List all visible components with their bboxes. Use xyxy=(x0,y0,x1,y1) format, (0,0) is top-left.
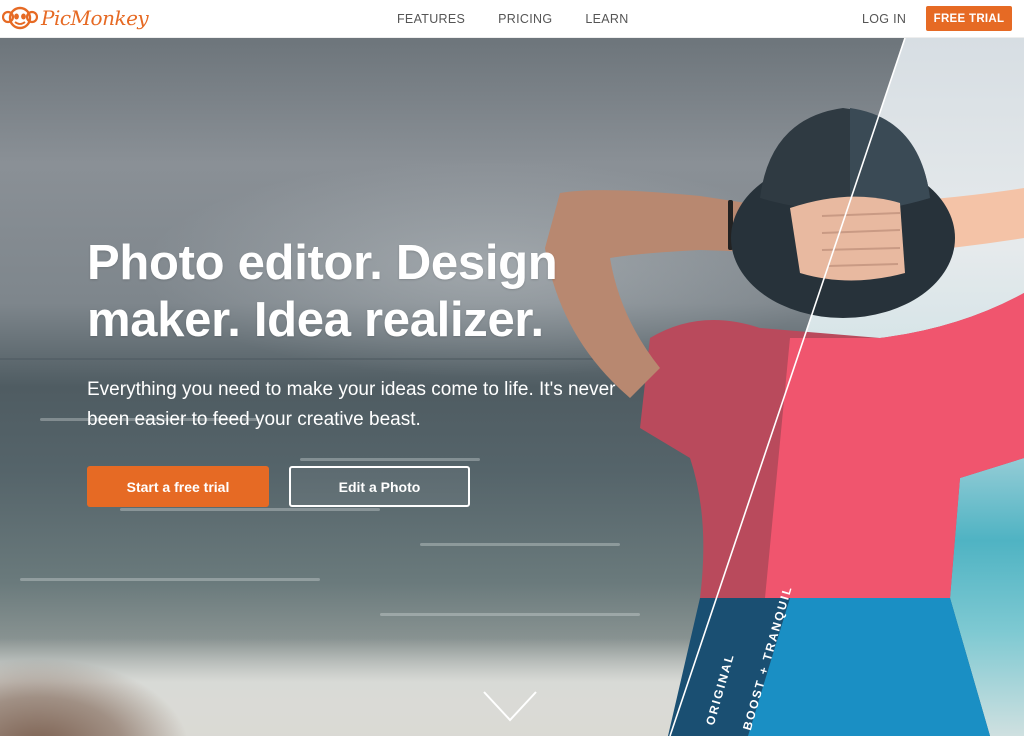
chevron-down-icon[interactable] xyxy=(482,690,538,722)
start-free-trial-button[interactable]: Start a free trial xyxy=(87,466,269,507)
hero-section: ORIGINAL BOOST + TRANQUIL Photo editor. … xyxy=(0,38,1024,736)
wave xyxy=(300,458,480,461)
main-nav: FEATURES PRICING LEARN xyxy=(397,0,629,38)
hero-headline: Photo editor. Design maker. Idea realize… xyxy=(87,236,558,347)
nav-pricing[interactable]: PRICING xyxy=(498,12,552,26)
logo-text: PicMonkey xyxy=(41,6,149,30)
wave xyxy=(120,508,380,511)
foreground-brush xyxy=(0,658,190,736)
wave xyxy=(380,613,640,616)
login-link[interactable]: LOG IN xyxy=(862,0,906,38)
free-trial-button[interactable]: FREE TRIAL xyxy=(926,6,1012,31)
picmonkey-logo[interactable]: PicMonkey xyxy=(2,4,149,32)
nav-learn[interactable]: LEARN xyxy=(585,12,628,26)
enhanced-photo-half xyxy=(780,38,1024,736)
wave xyxy=(20,578,320,581)
hero-subtext: Everything you need to make your ideas c… xyxy=(87,379,616,430)
wave xyxy=(420,543,620,546)
edit-a-photo-button[interactable]: Edit a Photo xyxy=(289,466,470,507)
monkey-logo-icon xyxy=(2,6,38,30)
nav-features[interactable]: FEATURES xyxy=(397,12,465,26)
top-nav-bar: PicMonkey FEATURES PRICING LEARN LOG IN … xyxy=(0,0,1024,38)
